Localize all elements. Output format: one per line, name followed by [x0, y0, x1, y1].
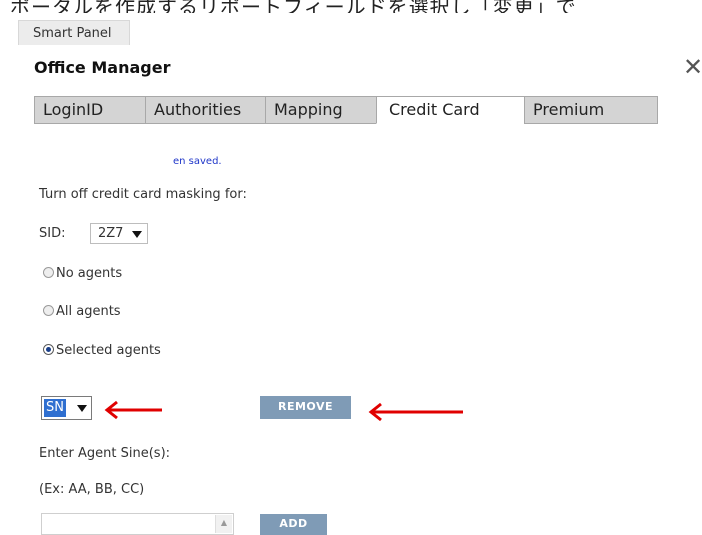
sid-value: 2Z7 [98, 226, 124, 241]
radio-label: No agents [56, 266, 123, 281]
agent-sine-input[interactable]: ▲ [41, 513, 234, 535]
tab-credit-card[interactable]: Credit Card [376, 96, 525, 124]
masking-label: Turn off credit card masking for: [39, 187, 247, 202]
tab-premium[interactable]: Premium [524, 96, 658, 124]
radio-label: Selected agents [56, 343, 161, 358]
radio-no-agents[interactable]: No agents [43, 266, 122, 284]
dialog-title: Office Manager [34, 58, 171, 77]
add-button[interactable]: ADD [260, 514, 327, 535]
sine-example: (Ex: AA, BB, CC) [39, 482, 145, 497]
radio-button[interactable] [43, 267, 54, 278]
sine-label: Enter Agent Sine(s): [39, 446, 171, 461]
radio-all-agents[interactable]: All agents [43, 304, 121, 322]
sid-label: SID: [39, 226, 66, 241]
radio-button[interactable] [43, 344, 54, 355]
scroll-up-icon[interactable]: ▲ [215, 515, 232, 533]
status-message: en saved. [173, 156, 222, 167]
tab-authorities[interactable]: Authorities [145, 96, 266, 124]
radio-selected-agents[interactable]: Selected agents [43, 343, 161, 361]
agent-select-value: SN [44, 399, 66, 417]
close-icon[interactable]: ✕ [683, 56, 702, 78]
arrow-left-icon [104, 400, 162, 420]
radio-button[interactable] [43, 305, 54, 316]
remove-button[interactable]: REMOVE [260, 396, 351, 419]
tab-loginid[interactable]: LoginID [34, 96, 146, 124]
page-heading-cut: ポータルを作成するリポートフィールドを選択し「変更」で [10, 0, 577, 13]
arrow-left-icon [368, 402, 463, 422]
chevron-down-icon [77, 405, 87, 412]
sid-select[interactable]: 2Z7 [90, 223, 148, 244]
tab-mapping[interactable]: Mapping [265, 96, 377, 124]
chevron-down-icon [132, 231, 142, 238]
agent-select[interactable]: SN [41, 396, 92, 420]
smart-panel-tab[interactable]: Smart Panel [18, 20, 130, 45]
radio-label: All agents [56, 304, 121, 319]
